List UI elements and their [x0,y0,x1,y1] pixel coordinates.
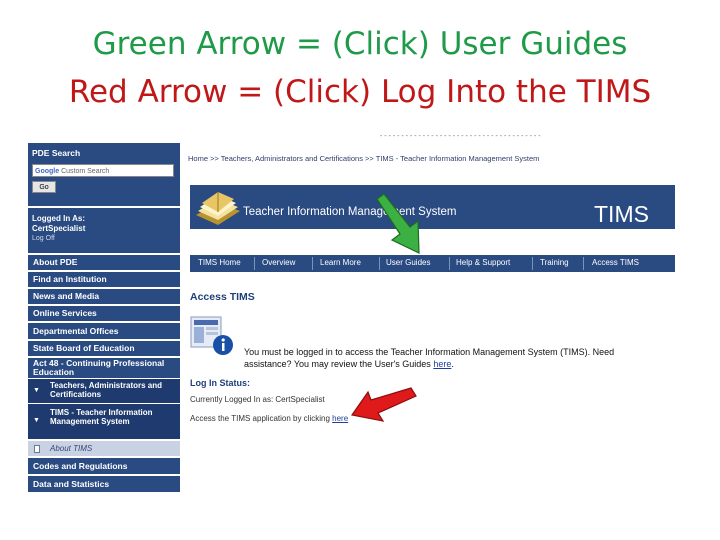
nav-divider [379,257,380,270]
google-logo: Google [35,168,60,175]
nav-divider [449,257,450,270]
slide-title-green-arrow: Green Arrow = (Click) User Guides [92,26,628,62]
login-status-text: Currently Logged In as: CertSpecialist [190,395,325,404]
info-document-icon [190,316,233,355]
book-logo-icon [196,192,240,225]
sidebar-item-data-statistics[interactable]: Data and Statistics [28,476,180,492]
sidebar-subitem-teachers[interactable]: ▼ Teachers, Administrators and Certifica… [28,379,180,403]
website-screenshot: - - - - - - - - - - - - - - - - - - - - … [28,133,688,497]
tims-nav-bar: TIMS Home Overview Learn More User Guide… [190,255,675,272]
nav-access-tims[interactable]: Access TIMS [592,258,639,267]
sidebar-item-state-board[interactable]: State Board of Education [28,341,180,356]
sidebar-item-about-tims[interactable]: About TIMS [28,441,180,456]
slide-title-red-arrow: Red Arrow = (Click) Log Into the TIMS [68,74,652,110]
sidebar-item-codes-regulations[interactable]: Codes and Regulations [28,458,180,474]
tims-banner: Teacher Information Management System TI… [190,185,675,229]
login-status-heading: Log In Status: [190,378,250,388]
breadcrumb[interactable]: Home >> Teachers, Administrators and Cer… [188,154,539,163]
document-icon [34,445,40,453]
sidebar-subitem-tims-label: TIMS - Teacher Information Management Sy… [50,408,153,426]
log-off-link[interactable]: Log Off [32,235,55,242]
sidebar: PDE Search Google Custom Search Go Logge… [28,143,180,497]
logged-in-label: Logged In As: [32,214,86,223]
access-application-text: Access the TIMS application by clicking [190,414,333,423]
nav-learn-more[interactable]: Learn More [320,258,361,267]
user-guides-message: assistance? You may review the User's Gu… [244,359,454,369]
banner-title: Teacher Information Management System [243,206,457,218]
nav-training[interactable]: Training [540,258,569,267]
user-guides-here-link[interactable]: here [433,359,451,369]
sidebar-item-departmental-offices[interactable]: Departmental Offices [28,323,180,339]
access-tims-here-link[interactable]: here [332,414,348,423]
search-placeholder: Custom Search [61,168,110,175]
user-guides-message-end: . [451,359,454,369]
caret-down-icon: ▼ [33,387,40,394]
sidebar-item-find-institution[interactable]: Find an Institution [28,272,180,287]
search-panel-title: PDE Search [32,148,81,158]
banner-acronym: TIMS [594,201,649,227]
nav-divider [583,257,584,270]
sidebar-item-about-tims-label: About TIMS [50,444,93,453]
sidebar-subitem-tims[interactable]: ▼ TIMS - Teacher Information Management … [28,404,180,439]
access-tims-heading: Access TIMS [190,291,255,303]
sidebar-item-news-media[interactable]: News and Media [28,289,180,304]
nav-help-support[interactable]: Help & Support [456,258,510,267]
go-button[interactable]: Go [32,181,56,193]
sidebar-subitem-teachers-label: Teachers, Administrators and Certificati… [50,381,163,399]
user-guides-message-text: assistance? You may review the User's Gu… [244,359,434,369]
access-application-line: Access the TIMS application by clicking … [190,414,348,423]
logged-in-user: CertSpecialist [32,224,86,233]
nav-divider [532,257,533,270]
login-panel: Logged In As: CertSpecialist Log Off [28,208,180,253]
search-input[interactable]: Google Custom Search [32,164,174,177]
sidebar-item-about-pde[interactable]: About PDE [28,255,180,270]
nav-overview[interactable]: Overview [262,258,295,267]
sidebar-item-online-services[interactable]: Online Services [28,306,180,321]
caret-down-icon: ▼ [33,417,40,424]
nav-tims-home[interactable]: TIMS Home [198,258,241,267]
sidebar-item-act48[interactable]: Act 48 - Continuing Professional Educati… [28,358,180,378]
top-utility-strip: - - - - - - - - - - - - - - - - - - - - … [380,133,541,140]
nav-divider [254,257,255,270]
search-panel: PDE Search Google Custom Search Go [28,143,180,206]
nav-divider [312,257,313,270]
login-required-message: You must be logged in to access the Teac… [244,347,615,357]
nav-user-guides[interactable]: User Guides [386,258,430,267]
